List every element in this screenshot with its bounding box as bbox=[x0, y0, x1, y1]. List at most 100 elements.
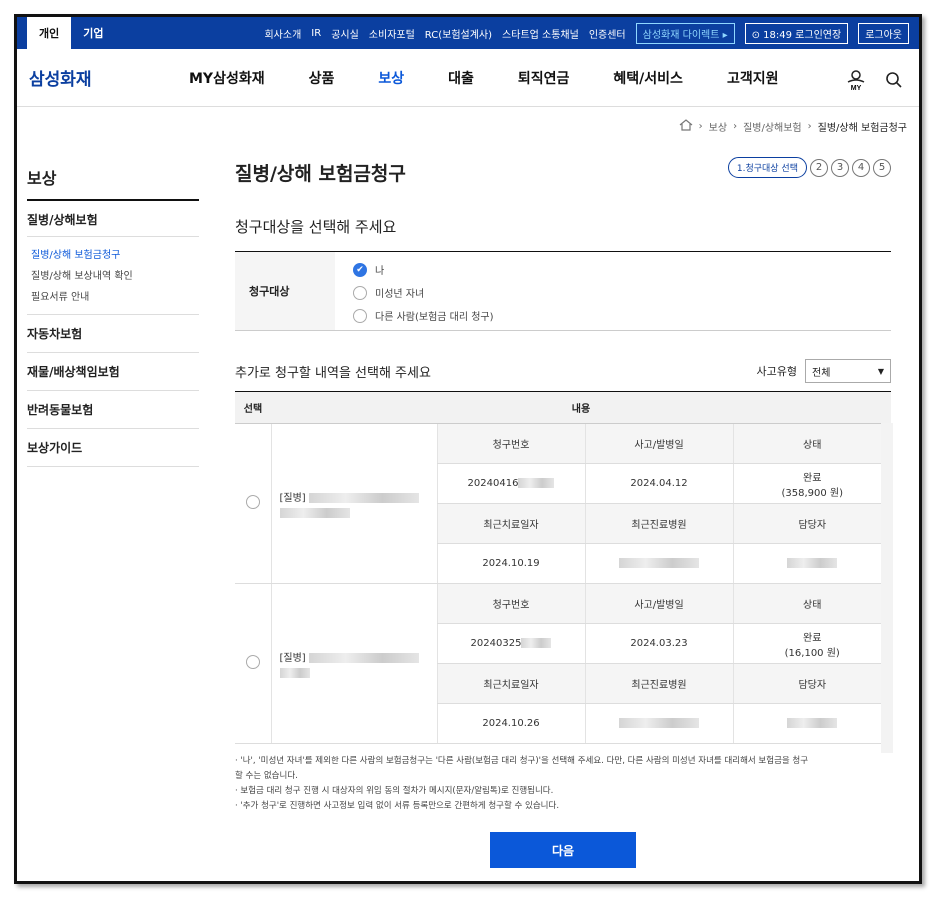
option-other-person[interactable]: 다른 사람(보험금 대리 청구) bbox=[353, 304, 494, 327]
sidebar-group-disease[interactable]: 질병/상해보험 bbox=[27, 201, 199, 237]
col-header-select: 선택 bbox=[235, 391, 271, 424]
sidebar-sub-claim[interactable]: 질병/상해 보험금청구 bbox=[31, 243, 199, 264]
label-hospital: 최근진료병원 bbox=[584, 663, 733, 704]
customer-type-switch: 개인 기업 bbox=[27, 17, 116, 49]
label-status: 상태 bbox=[732, 423, 891, 464]
logo[interactable]: 삼성화재 bbox=[29, 65, 189, 90]
option-label: 미성년 자녀 bbox=[375, 289, 425, 300]
breadcrumb-item[interactable]: 질병/상해보험 bbox=[743, 119, 802, 134]
notice-line: 할 수는 없습니다. bbox=[235, 771, 298, 781]
label-manager: 담당자 bbox=[732, 503, 891, 544]
breadcrumb-item[interactable]: 보상 bbox=[709, 119, 727, 134]
label-hospital: 최근진료병원 bbox=[584, 503, 733, 544]
radio-button[interactable] bbox=[245, 655, 260, 669]
util-link-consumer[interactable]: 소비자포털 bbox=[369, 26, 415, 41]
nav-my[interactable]: MY삼성화재 bbox=[189, 68, 265, 88]
date-cell: 2024.04.12 bbox=[584, 463, 733, 504]
radio-button[interactable] bbox=[353, 308, 367, 323]
claim-type: [질병] bbox=[279, 653, 306, 664]
manager-cell bbox=[732, 543, 891, 584]
sidebar-sub-history[interactable]: 질병/상해 보상내역 확인 bbox=[31, 264, 199, 285]
direct-button[interactable]: 삼성화재 다이렉트 ▸ bbox=[635, 22, 735, 44]
check-icon[interactable]: ✔ bbox=[353, 262, 367, 277]
util-link-cert[interactable]: 인증센터 bbox=[589, 26, 626, 41]
sidebar-item-guide[interactable]: 보상가이드 bbox=[27, 429, 199, 467]
chevron-right-icon: › bbox=[733, 121, 738, 132]
label-claim-no: 청구번호 bbox=[436, 583, 585, 624]
row-select-cell bbox=[235, 423, 271, 584]
segment-business[interactable]: 기업 bbox=[71, 17, 115, 49]
global-nav: 삼성화재 MY삼성화재 상품 보상 대출 퇴직연금 혜택/서비스 고객지원 MY bbox=[17, 49, 919, 107]
status-cell: 완료 (16,100 원) bbox=[732, 623, 891, 664]
sidebar-item-property[interactable]: 재물/배상책임보험 bbox=[27, 353, 199, 391]
search-icon[interactable] bbox=[885, 71, 903, 92]
util-link-rc[interactable]: RC(보험설계사) bbox=[425, 26, 492, 41]
my-page-icon[interactable]: MY bbox=[845, 69, 867, 94]
nav-support[interactable]: 고객지원 bbox=[727, 68, 779, 88]
claim-no-cell: 20240416 bbox=[436, 463, 585, 504]
util-link-company[interactable]: 회사소개 bbox=[264, 26, 301, 41]
util-link-startup[interactable]: 스타트업 소통채널 bbox=[502, 26, 579, 41]
chevron-right-icon: › bbox=[807, 121, 812, 132]
claim-target-group: 청구대상 ✔ 나 미성년 자녀 다른 사람(보험금 대리 청구) bbox=[235, 251, 891, 331]
label-status: 상태 bbox=[732, 583, 891, 624]
date-cell: 2024.03.23 bbox=[584, 623, 733, 664]
step-5: 5 bbox=[873, 158, 891, 177]
claims-table: 선택 내용 [질병] 청구번호 사고/발병일 상태 20240416 2024.… bbox=[235, 391, 891, 744]
my-icon-label: MY bbox=[851, 85, 862, 91]
notice-line: · 보험금 대리 청구 진행 시 대상자의 위임 동의 절차가 메시지(문자/알… bbox=[235, 786, 554, 796]
col-header-content: 내용 bbox=[271, 391, 891, 424]
step-4: 4 bbox=[852, 158, 870, 177]
breadcrumb-current: 질병/상해 보험금청구 bbox=[817, 123, 907, 134]
table-row: [질병] 청구번호 사고/발병일 상태 bbox=[235, 583, 891, 744]
claim-type-cell: [질병] bbox=[270, 583, 437, 744]
step-active: 1.청구대상 선택 bbox=[727, 157, 807, 178]
sidebar-item-pet[interactable]: 반려동물보험 bbox=[27, 391, 199, 429]
next-button[interactable]: 다음 bbox=[490, 832, 636, 868]
breadcrumb: › 보상 › 질병/상해보험 › 질병/상해 보험금청구 bbox=[679, 119, 907, 134]
notice-line: · '나', '미성년 자녀'를 제외한 다른 사람의 보험금청구는 '다른 사… bbox=[235, 756, 809, 766]
label-date: 사고/발병일 bbox=[584, 583, 733, 624]
radio-button[interactable] bbox=[353, 285, 367, 300]
logout-button[interactable]: 로그아웃 bbox=[858, 22, 909, 44]
main-content: 질병/상해 보험금청구 1.청구대상 선택 2 3 4 5 청구대상을 선택해 … bbox=[235, 157, 893, 868]
accident-type-select[interactable]: 전체 ▼ bbox=[805, 359, 891, 383]
label-date: 사고/발병일 bbox=[584, 423, 733, 464]
status-value: 완료 bbox=[803, 632, 822, 644]
step-2: 2 bbox=[810, 158, 828, 177]
label-manager: 담당자 bbox=[732, 663, 891, 704]
label-claim-no: 청구번호 bbox=[436, 423, 585, 464]
home-icon[interactable] bbox=[679, 119, 693, 134]
table-scrollbar[interactable] bbox=[881, 423, 893, 753]
nav-loans[interactable]: 대출 bbox=[448, 68, 474, 88]
option-label: 다른 사람(보험금 대리 청구) bbox=[375, 312, 494, 323]
sidebar-item-auto[interactable]: 자동차보험 bbox=[27, 315, 199, 353]
nav-claims[interactable]: 보상 bbox=[378, 68, 404, 88]
status-value: 완료 bbox=[803, 472, 822, 484]
session-extend-button[interactable]: ⊙ 18:49 로그인연장 bbox=[744, 22, 849, 44]
amount-value: (16,100 원) bbox=[784, 647, 840, 659]
option-minor-child[interactable]: 미성년 자녀 bbox=[353, 281, 494, 304]
notice-text: · '나', '미성년 자녀'를 제외한 다른 사람의 보험금청구는 '다른 사… bbox=[235, 754, 891, 814]
chevron-right-icon: › bbox=[698, 121, 703, 132]
notice-line: · '추가 청구'로 진행하면 사고정보 입력 없이 서류 등록만으로 간편하게… bbox=[235, 801, 560, 811]
segment-personal[interactable]: 개인 bbox=[27, 17, 72, 49]
nav-pension[interactable]: 퇴직연금 bbox=[518, 68, 570, 88]
amount-value: (358,900 원) bbox=[781, 487, 844, 499]
caret-down-icon: ▼ bbox=[877, 366, 884, 376]
nav-products[interactable]: 상품 bbox=[309, 68, 335, 88]
manager-cell bbox=[732, 703, 891, 744]
claims-table-wrap: 선택 내용 [질병] 청구번호 사고/발병일 상태 20240416 2024.… bbox=[235, 391, 893, 753]
util-link-disclosure[interactable]: 공시실 bbox=[331, 26, 359, 41]
option-self[interactable]: ✔ 나 bbox=[353, 258, 494, 281]
sidebar-sub-documents[interactable]: 필요서류 안내 bbox=[31, 285, 199, 306]
claim-no-cell: 20240325 bbox=[436, 623, 585, 664]
radio-button[interactable] bbox=[245, 495, 260, 509]
sidebar-title: 보상 bbox=[27, 157, 199, 201]
sidebar-submenu: 질병/상해 보험금청구 질병/상해 보상내역 확인 필요서류 안내 bbox=[27, 237, 199, 315]
nav-benefits[interactable]: 혜택/서비스 bbox=[613, 68, 683, 88]
step-indicator: 1.청구대상 선택 2 3 4 5 bbox=[727, 157, 891, 178]
util-link-ir[interactable]: IR bbox=[311, 28, 321, 39]
last-date-cell: 2024.10.19 bbox=[436, 543, 585, 584]
hospital-cell bbox=[584, 703, 733, 744]
